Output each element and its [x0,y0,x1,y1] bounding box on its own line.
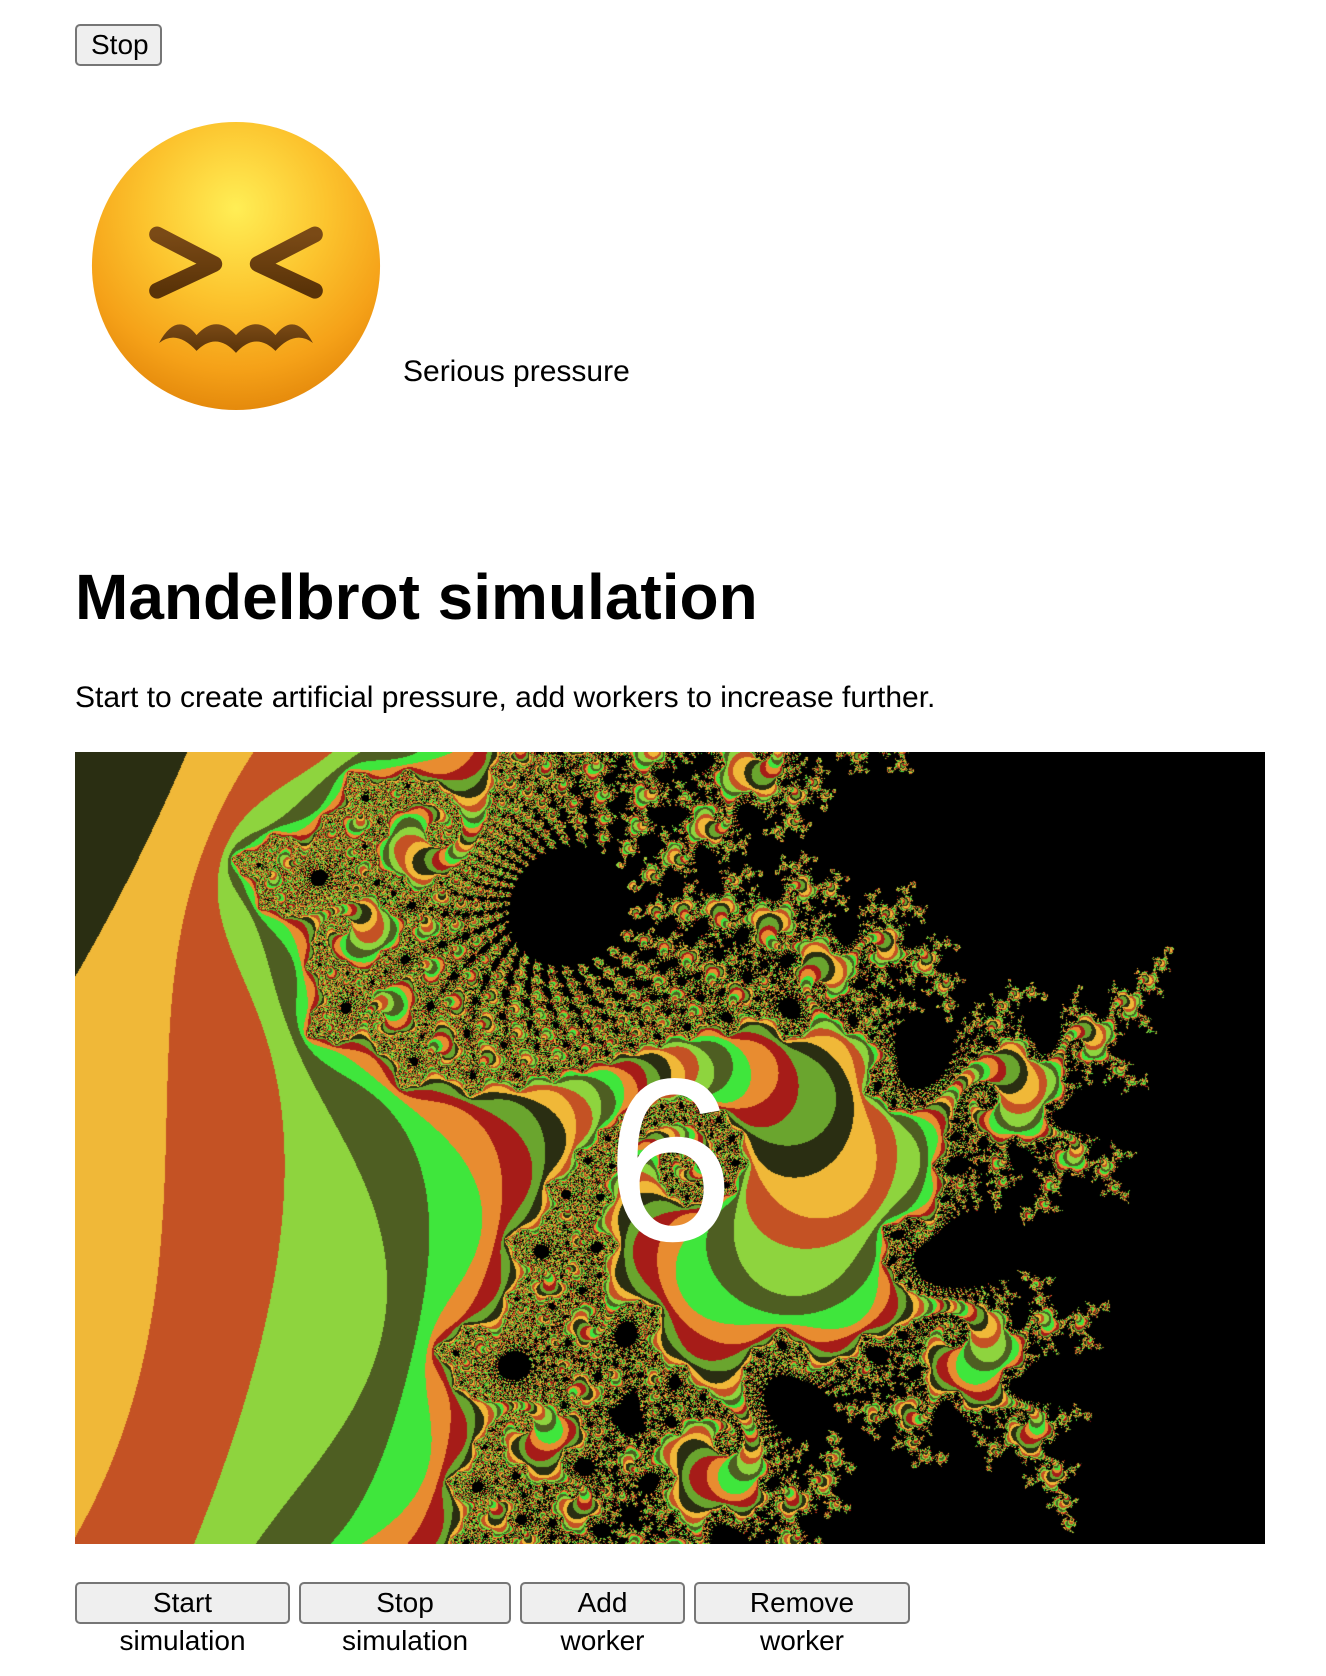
remove-worker-button[interactable]: Remove worker [694,1582,910,1656]
pressure-status-text: Serious pressure [403,355,630,388]
mandelbrot-canvas: 6 [75,752,1265,1544]
countdown-number: 6 [605,1031,734,1290]
stop-button[interactable]: Stop [75,24,162,66]
stop-simulation-button[interactable]: Stop simulation [299,1582,511,1656]
start-simulation-button[interactable]: Start simulation [75,1582,290,1656]
countdown-overlay: 6 [605,1031,734,1290]
add-worker-button[interactable]: Add worker [520,1582,685,1656]
confounded-face-icon [91,121,381,411]
page-title: Mandelbrot simulation [75,561,758,633]
page-description: Start to create artificial pressure, add… [75,681,936,714]
